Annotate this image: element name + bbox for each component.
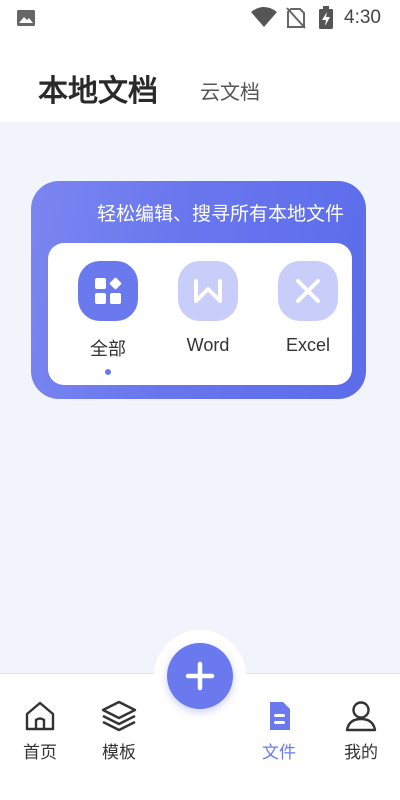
category-excel-label: Excel bbox=[285, 335, 330, 355]
category-all-label: 全部 bbox=[90, 339, 126, 359]
status-bar: 4:30 bbox=[0, 0, 400, 36]
active-indicator bbox=[105, 369, 111, 375]
card-tip-text: 轻松编辑、搜寻所有本地文件 bbox=[96, 203, 344, 225]
add-button[interactable] bbox=[167, 643, 233, 709]
grid-icon bbox=[78, 261, 138, 321]
word-icon bbox=[178, 261, 238, 321]
tab-cloud-documents[interactable]: 云文档 bbox=[200, 76, 260, 105]
nav-mine-label: 我的 bbox=[344, 743, 378, 763]
battery-icon bbox=[319, 6, 333, 29]
clock: 4:30 bbox=[344, 7, 381, 28]
nav-template[interactable]: 模板 bbox=[94, 700, 144, 763]
category-card: 轻松编辑、搜寻所有本地文件 全部 Word Excel bbox=[31, 181, 366, 399]
nav-template-label: 模板 bbox=[102, 743, 136, 763]
tab-local-documents[interactable]: 本地文档 bbox=[38, 66, 158, 110]
wifi-icon bbox=[251, 7, 277, 27]
file-icon bbox=[270, 702, 290, 730]
home-icon bbox=[25, 701, 55, 731]
category-panel: 全部 Word Excel bbox=[48, 243, 352, 385]
nav-home[interactable]: 首页 bbox=[15, 700, 65, 763]
gallery-icon bbox=[17, 10, 35, 26]
nav-mine[interactable]: 我的 bbox=[336, 700, 386, 763]
category-excel[interactable]: Excel bbox=[268, 261, 348, 356]
layers-icon bbox=[101, 700, 137, 732]
person-icon bbox=[345, 701, 377, 732]
nav-file[interactable]: 文件 bbox=[254, 700, 304, 763]
excel-icon bbox=[278, 261, 338, 321]
category-all[interactable]: 全部 bbox=[68, 261, 148, 375]
header: 本地文档 云文档 bbox=[0, 36, 400, 122]
no-sim-icon bbox=[286, 7, 306, 29]
nav-home-label: 首页 bbox=[23, 743, 57, 763]
category-word-label: Word bbox=[186, 335, 230, 355]
nav-file-label: 文件 bbox=[262, 743, 296, 763]
plus-icon bbox=[185, 661, 215, 691]
category-word[interactable]: Word bbox=[168, 261, 248, 356]
